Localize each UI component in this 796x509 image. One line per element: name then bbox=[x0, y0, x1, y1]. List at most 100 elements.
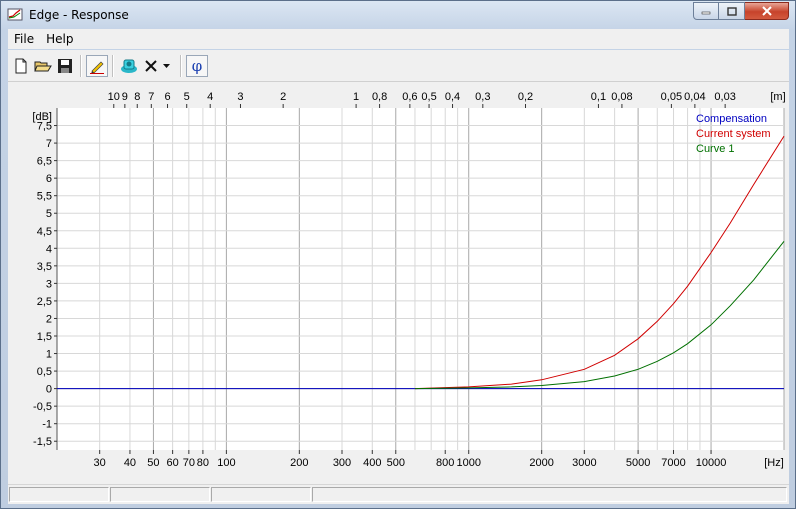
x-tick-label: 30 bbox=[94, 457, 106, 469]
y-tick-label: 5 bbox=[46, 208, 52, 220]
top-tick-label: 0,05 bbox=[661, 91, 682, 103]
plot-area: 7,5 7 6,5 6 5,5 5 4,5 4 3,5 3 2,5 2 1,5 1 0,5 0 -0,5 -1 -1… bbox=[8, 82, 789, 484]
x-tick-label: 100 bbox=[217, 457, 235, 469]
phase-phi-icon: φ bbox=[191, 57, 203, 75]
y-tick-label: 2 bbox=[46, 313, 52, 325]
maximize-icon bbox=[726, 6, 737, 16]
draw-button[interactable] bbox=[86, 55, 108, 77]
app-window: Edge - Response File Help φ 7,5 7 6,5 6 … bbox=[0, 0, 796, 509]
top-tick-label: 6 bbox=[164, 91, 170, 103]
y-tick-label: 7 bbox=[46, 138, 52, 150]
phase-button[interactable]: φ bbox=[186, 55, 208, 77]
status-panel-1 bbox=[9, 487, 109, 502]
x-tick-label: 50 bbox=[147, 457, 159, 469]
dropdown-arrow-icon bbox=[163, 64, 170, 68]
window-title: Edge - Response bbox=[29, 8, 129, 22]
top-tick-label: 5 bbox=[184, 91, 190, 103]
status-bar bbox=[8, 484, 789, 504]
legend-entry: Curve 1 bbox=[696, 143, 735, 155]
y-tick-label: 5,5 bbox=[37, 191, 52, 203]
x-tick-label: 200 bbox=[290, 457, 308, 469]
y-tick-label: 2,5 bbox=[37, 296, 52, 308]
top-tick-label: 3 bbox=[237, 91, 243, 103]
menu-file[interactable]: File bbox=[8, 32, 40, 46]
top-tick-label: 0,8 bbox=[372, 91, 387, 103]
y-tick-label: 1 bbox=[46, 349, 52, 361]
delete-dropdown[interactable] bbox=[160, 55, 174, 77]
open-button[interactable] bbox=[32, 55, 54, 77]
plot-background bbox=[57, 108, 784, 450]
x-tick-label: 80 bbox=[197, 457, 209, 469]
minimize-button[interactable] bbox=[693, 2, 719, 20]
open-folder-icon bbox=[34, 61, 52, 72]
title-bar[interactable]: Edge - Response bbox=[1, 1, 795, 29]
y-tick-label: 3 bbox=[46, 278, 52, 290]
new-button[interactable] bbox=[10, 55, 32, 77]
x-tick-label: 5000 bbox=[626, 457, 650, 469]
maximize-button[interactable] bbox=[719, 2, 745, 20]
top-tick-label: 0,4 bbox=[445, 91, 460, 103]
new-file-icon bbox=[15, 58, 27, 74]
x-tick-label: 70 bbox=[183, 457, 195, 469]
top-tick-label: 1 bbox=[353, 91, 359, 103]
top-tick-label: 0,03 bbox=[714, 91, 735, 103]
speaker-icon bbox=[121, 59, 137, 73]
y-tick-label: 0,5 bbox=[37, 366, 52, 378]
top-tick-label: 4 bbox=[207, 91, 213, 103]
top-tick-label: 0,3 bbox=[475, 91, 490, 103]
y-tick-label: 6,5 bbox=[37, 156, 52, 168]
y-tick-label: 1,5 bbox=[37, 331, 52, 343]
top-tick-label: 0,2 bbox=[518, 91, 533, 103]
legend-entry: Compensation bbox=[696, 113, 767, 125]
toolbar: φ bbox=[8, 50, 789, 82]
menu-bar: File Help bbox=[8, 29, 789, 49]
y-tick-label: 0 bbox=[46, 384, 52, 396]
top-tick-label: 7 bbox=[148, 91, 154, 103]
y-tick-label: -0,5 bbox=[33, 401, 52, 413]
x-tick-label: 40 bbox=[124, 457, 136, 469]
save-button[interactable] bbox=[54, 55, 76, 77]
top-tick-label: 9 bbox=[122, 91, 128, 103]
top-tick-label: 0,6 bbox=[402, 91, 417, 103]
y-tick-label: 4 bbox=[46, 243, 52, 255]
x-tick-label: 800 bbox=[436, 457, 454, 469]
delete-button[interactable] bbox=[140, 55, 162, 77]
y-tick-label: 4,5 bbox=[37, 226, 52, 238]
close-icon bbox=[761, 6, 772, 16]
status-panel-4 bbox=[312, 487, 787, 502]
status-panel-2 bbox=[110, 487, 210, 502]
x-tick-label: 1000 bbox=[456, 457, 480, 469]
x-tick-label: 400 bbox=[363, 457, 381, 469]
y-tick-label: -1,5 bbox=[33, 436, 52, 448]
speaker-button[interactable] bbox=[118, 55, 140, 77]
x-tick-label: 10000 bbox=[696, 457, 727, 469]
app-icon bbox=[7, 8, 23, 21]
response-chart[interactable]: 7,576,565,554,543,532,521,510,50-0,5-1-1… bbox=[8, 82, 789, 484]
menu-help[interactable]: Help bbox=[40, 32, 79, 46]
x-tick-label: 2000 bbox=[529, 457, 553, 469]
top-tick-label: 0,5 bbox=[421, 91, 436, 103]
top-tick-label: 0,04 bbox=[684, 91, 705, 103]
top-tick-label: 0,08 bbox=[611, 91, 632, 103]
x-tick-label: 60 bbox=[166, 457, 178, 469]
close-button[interactable] bbox=[745, 2, 789, 20]
x-tick-label: 500 bbox=[387, 457, 405, 469]
status-panel-3 bbox=[211, 487, 311, 502]
top-axis-label: [m] bbox=[770, 91, 785, 103]
top-tick-label: 2 bbox=[280, 91, 286, 103]
x-tick-label: 7000 bbox=[661, 457, 685, 469]
y-tick-label: -1 bbox=[42, 419, 52, 431]
y-axis-label: [dB] bbox=[32, 111, 52, 123]
save-disk-icon bbox=[58, 59, 72, 73]
pencil-icon bbox=[90, 61, 104, 74]
top-tick-label: 10 bbox=[108, 91, 120, 103]
top-tick-label: 0,1 bbox=[591, 91, 606, 103]
y-tick-label: 6 bbox=[46, 173, 52, 185]
delete-x-icon bbox=[145, 60, 157, 72]
x-tick-label: 3000 bbox=[572, 457, 596, 469]
minimize-icon bbox=[701, 11, 711, 15]
legend-entry: Current system bbox=[696, 128, 771, 140]
x-axis-label: [Hz] bbox=[764, 457, 784, 469]
x-tick-label: 300 bbox=[333, 457, 351, 469]
top-tick-label: 8 bbox=[134, 91, 140, 103]
